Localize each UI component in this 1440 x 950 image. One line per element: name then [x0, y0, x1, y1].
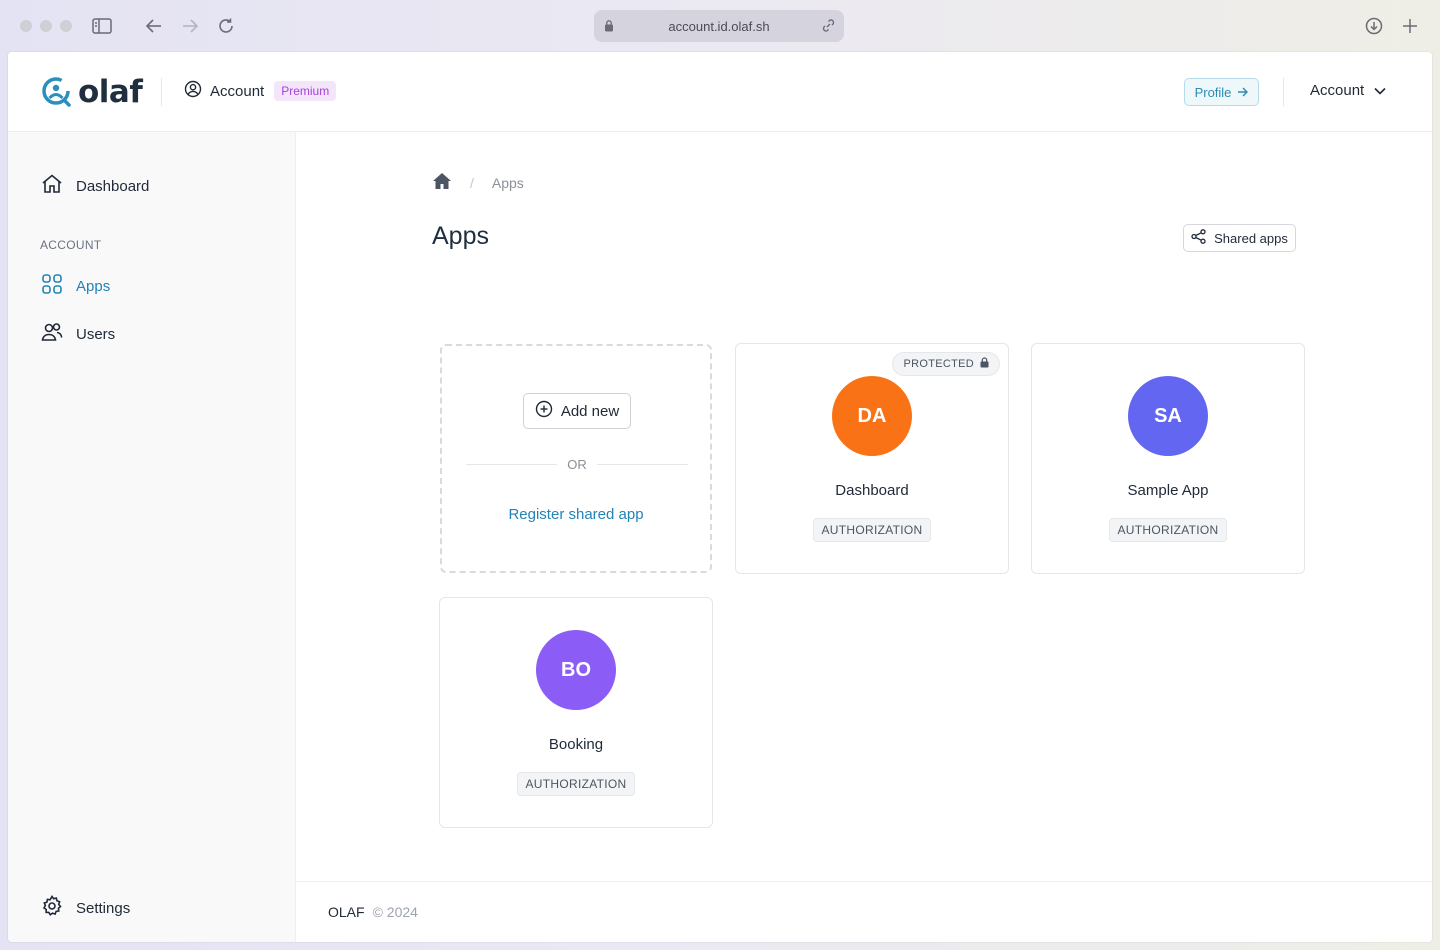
breadcrumb-current: Apps [491, 174, 524, 191]
account-dropdown-label: Account [1310, 82, 1365, 99]
account-dropdown[interactable]: Account [1310, 82, 1386, 99]
account-context-label: Account [210, 82, 265, 100]
app-name: Dashboard [835, 482, 909, 499]
new-tab-plus-icon[interactable] [1398, 14, 1422, 38]
app-avatar: BO [536, 630, 616, 710]
add-new-label: Add new [560, 402, 620, 420]
app-name: Booking [548, 736, 604, 753]
sidebar-item-users[interactable]: Users [40, 320, 115, 348]
or-divider: OR [466, 455, 688, 473]
app-window: olaf Account Premium Profile Account Das… [8, 52, 1432, 942]
footer: OLAF © 2024 [296, 881, 1432, 942]
home-icon[interactable] [432, 172, 452, 193]
sidebar-toggle-icon[interactable] [90, 14, 114, 38]
protected-badge: PROTECTED [892, 352, 1000, 376]
sidebar-item-label: Settings [76, 899, 131, 917]
window-minimize-button[interactable] [40, 20, 52, 32]
add-app-card: Add new OR Register shared app [440, 344, 712, 573]
home-icon [40, 172, 64, 200]
users-icon [40, 320, 64, 348]
header-divider-right [1283, 78, 1284, 106]
app-type-badge: AUTHORIZATION [517, 772, 635, 796]
app-card-sample-app[interactable]: SA Sample App AUTHORIZATION [1031, 343, 1305, 574]
reload-icon[interactable] [214, 14, 238, 38]
footer-copyright: © 2024 [372, 904, 418, 920]
olaf-logo[interactable]: olaf [38, 74, 143, 110]
app-name: Sample App [1127, 482, 1209, 499]
breadcrumb: / Apps [432, 172, 524, 193]
page-title: Apps [432, 222, 489, 250]
address-bar[interactable]: account.id.olaf.sh [594, 10, 844, 42]
link-icon[interactable] [821, 18, 836, 36]
app-avatar: DA [832, 376, 912, 456]
header-divider [161, 78, 162, 106]
logo-text: olaf [78, 74, 143, 110]
forward-arrow-icon[interactable] [178, 14, 202, 38]
profile-button[interactable]: Profile [1184, 78, 1259, 106]
premium-badge: Premium [274, 81, 337, 101]
app-type-badge: AUTHORIZATION [813, 518, 931, 542]
back-arrow-icon[interactable] [142, 14, 166, 38]
plus-circle-icon [535, 400, 553, 422]
protected-label: PROTECTED [903, 358, 974, 370]
window-close-button[interactable] [20, 20, 32, 32]
olaf-logo-icon [42, 77, 71, 107]
breadcrumb-separator: / [470, 174, 474, 191]
app-avatar: SA [1128, 376, 1208, 456]
add-new-button[interactable]: Add new [523, 393, 631, 429]
lock-icon [604, 19, 614, 35]
url-text: account.id.olaf.sh [668, 18, 770, 34]
app-card-dashboard[interactable]: PROTECTED DA Dashboard AUTHORIZATION [735, 343, 1009, 574]
share-icon [1191, 229, 1206, 247]
sidebar: Dashboard ACCOUNT Apps Users Settings [8, 132, 296, 942]
lock-icon [980, 357, 989, 371]
shared-apps-label: Shared apps [1214, 230, 1288, 246]
chevron-down-icon [1374, 82, 1386, 99]
sidebar-item-label: Dashboard [76, 177, 150, 195]
sidebar-item-dashboard[interactable]: Dashboard [40, 172, 149, 200]
apps-grid-icon [40, 272, 64, 300]
profile-button-label: Profile [1194, 84, 1232, 100]
gear-icon [40, 894, 64, 922]
or-label: OR [567, 456, 587, 472]
footer-brand: OLAF [328, 904, 365, 920]
download-icon[interactable] [1362, 14, 1386, 38]
shared-apps-button[interactable]: Shared apps [1183, 224, 1296, 252]
sidebar-item-settings[interactable]: Settings [40, 894, 130, 922]
register-shared-app-link[interactable]: Register shared app [442, 506, 710, 523]
sidebar-item-apps[interactable]: Apps [40, 272, 110, 300]
browser-chrome: account.id.olaf.sh [0, 0, 1440, 52]
user-circle-icon [184, 80, 202, 102]
arrow-right-icon [1237, 85, 1249, 100]
app-type-badge: AUTHORIZATION [1109, 518, 1227, 542]
sidebar-item-label: Apps [76, 277, 111, 295]
window-maximize-button[interactable] [60, 20, 72, 32]
main-content: / Apps Apps Shared apps Add new OR Regis… [296, 132, 1432, 942]
sidebar-item-label: Users [76, 325, 116, 343]
app-card-booking[interactable]: BO Booking AUTHORIZATION [439, 597, 713, 828]
sidebar-section-account: ACCOUNT [40, 238, 102, 252]
top-navbar: olaf Account Premium Profile Account [8, 52, 1432, 132]
account-context[interactable]: Account Premium [184, 80, 337, 102]
